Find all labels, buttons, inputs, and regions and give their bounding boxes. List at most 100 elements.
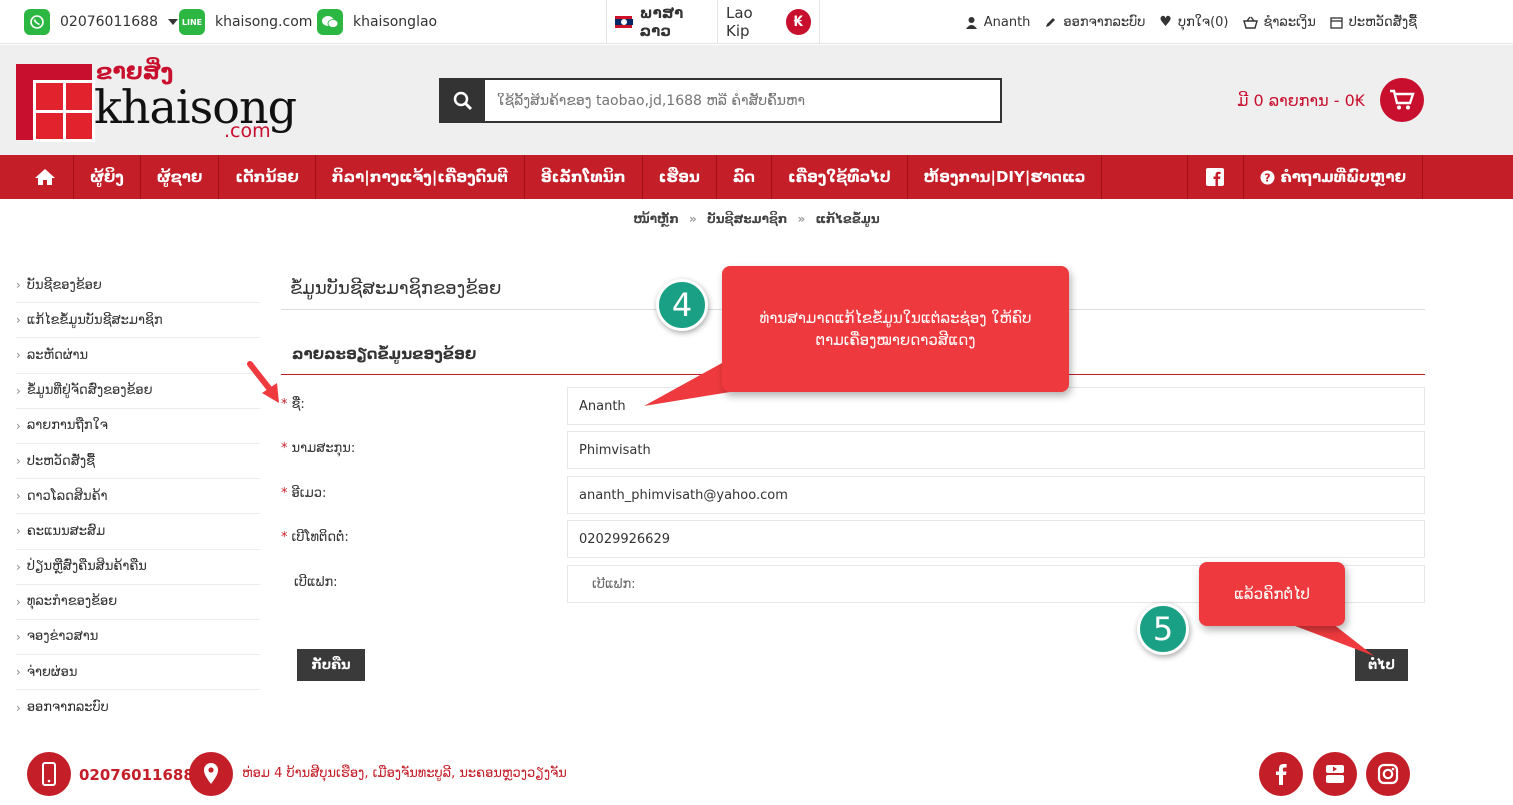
currency-selector[interactable]: Lao Kip ₭ (717, 0, 819, 44)
footer-address: ຫ່ອມ 4 ບ້ານສີບຸນເຮືອງ, ເມືອງຈັນທະບູລີ, ນ… (242, 766, 567, 781)
nav-home[interactable] (16, 155, 74, 199)
breadcrumb-current: ແກ້ໄຂຂໍ້ມູນ (815, 212, 880, 226)
logo-grid (33, 80, 95, 142)
sidebar-item-addresses[interactable]: › ຂໍ້ມູນທີ່ຢູ່ຈັດສົ່ງຂອງຂ້ອຍ (16, 374, 260, 409)
chevron-down-icon[interactable] (167, 19, 178, 25)
question-circle-icon: ? (1260, 170, 1274, 184)
chevron-right-icon: › (16, 348, 21, 363)
wechat-contact[interactable]: khaisonglao (317, 0, 437, 44)
phone-icon (27, 752, 71, 796)
kip-currency-icon: ₭ (785, 9, 811, 35)
sidebar-item-label: ຈ່າຍຜ່ອນ (26, 664, 78, 680)
khaisong-logo[interactable]: ຂາຍສິ່ງ khaisong .com (16, 60, 306, 142)
sidebar-item-installments[interactable]: › ຈ່າຍຜ່ອນ (16, 655, 260, 691)
wishlist-label: ບຸກໃຈ(0) (1177, 14, 1229, 30)
continue-button[interactable]: ຕໍ່ໄປ (1355, 649, 1408, 681)
cart-button[interactable] (1380, 78, 1424, 122)
breadcrumb-account[interactable]: ບັນຊີສະມາຊິກ (707, 212, 787, 226)
sidebar-item-my-account[interactable]: › ບັນຊີຂອງຂ້ອຍ (16, 268, 260, 304)
sidebar-item-reward-points[interactable]: › ຄະແນນສະສົມ (16, 514, 260, 550)
svg-text:?: ? (1264, 171, 1270, 184)
order-history-label: ປະຫວັດສັ່ງຊື້ (1348, 14, 1417, 30)
user-account-link[interactable]: Ananth (965, 15, 1030, 30)
nav-faq[interactable]: ? ຄໍາຖາມທີ່ພົບຫຼາຍ (1244, 155, 1423, 199)
cart-summary[interactable]: ມີ 0 ລາຍການ - 0₭ (1237, 91, 1365, 110)
search-button[interactable] (441, 80, 485, 121)
chevron-right-icon: › (16, 629, 21, 644)
sidebar-item-logout[interactable]: › ອອກຈາກລະບົບ (16, 690, 260, 725)
fax-label: ເບີແຟກ: (294, 575, 338, 590)
sidebar-item-transactions[interactable]: › ທຸລະກໍາຂອງຂ້ອຍ (16, 585, 260, 620)
nav-car[interactable]: ລົດ (717, 155, 773, 199)
nav-women[interactable]: ຜູ້ຍິງ (74, 155, 141, 199)
facebook-icon[interactable] (1259, 752, 1303, 796)
order-history-link[interactable]: ປະຫວັດສັ່ງຊື້ (1330, 15, 1417, 30)
back-button[interactable]: ກັບຄືນ (297, 649, 365, 681)
instagram-icon[interactable] (1366, 752, 1410, 796)
language-selector[interactable]: ພາສາລາວ (607, 0, 717, 44)
logout-link[interactable]: ອອກຈາກລະບົບ (1044, 15, 1145, 30)
sidebar-item-edit-account[interactable]: › ແກ້ໄຂຂໍ້ມູນບັນຊີສະມາຊິກ (16, 303, 260, 339)
sidebar-item-downloads[interactable]: › ດາວໂລດສິນຄ້າ (16, 479, 260, 515)
phone-field[interactable] (567, 520, 1425, 558)
line-contact[interactable]: LINE khaisong.com (179, 0, 312, 44)
phone-row: * ເບີໂທຕິດຕໍ່: (281, 520, 1425, 558)
chevron-right-icon: › (16, 489, 21, 504)
wishlist-link[interactable]: ♥ ບຸກໃຈ(0) (1159, 14, 1228, 30)
first-name-field[interactable] (567, 387, 1425, 425)
checkout-link[interactable]: ຊໍາລະເງິນ (1242, 14, 1316, 30)
site-header: ຂາຍສິ່ງ khaisong .com ມີ 0 ລາຍການ - 0₭ (0, 45, 1513, 155)
sidebar-item-newsletter[interactable]: › ຈອງຂ່າວສານ (16, 620, 260, 656)
sidebar-item-label: ແກ້ໄຂຂໍ້ມູນບັນຊີສະມາຊິກ (26, 312, 163, 328)
sidebar-item-label: ທຸລະກໍາຂອງຂ້ອຍ (26, 594, 118, 610)
sidebar-item-label: ຂໍ້ມູນທີ່ຢູ່ຈັດສົ່ງຂອງຂ້ອຍ (26, 383, 153, 399)
email-field[interactable] (567, 476, 1425, 514)
last-name-label: * ນາມສະກຸນ: (281, 441, 356, 456)
chevron-right-icon: › (16, 524, 21, 539)
sidebar-item-label: ອອກຈາກລະບົບ (26, 700, 109, 716)
search-icon (453, 91, 473, 110)
logout-label: ອອກຈາກລະບົບ (1063, 14, 1146, 30)
account-sidebar: › ບັນຊີຂອງຂ້ອຍ › ແກ້ໄຂຂໍ້ມູນບັນຊີສະມາຊິກ ›… (16, 268, 260, 725)
step-number-badge: 5 (1137, 603, 1189, 655)
instruction-callout-step4: ທ່ານສາມາດແກ້ໄຂຂໍ້ມູນໃນແຕ່ລະຊ່ອງ ໃຫ້ຄົບຕາ… (722, 266, 1069, 392)
instruction-callout-step5: ແລ້ວຄິກຕໍ່ໄປ (1199, 562, 1345, 626)
email-label: * ອີເມວ: (281, 486, 327, 501)
breadcrumb-separator: » (797, 212, 806, 226)
page-title: ຂໍ້ມູນບັນຊີສະມາຊິກຂອງຂ້ອຍ (290, 278, 502, 299)
sidebar-item-label: ຄະແນນສະສົມ (26, 523, 106, 539)
chevron-right-icon: › (16, 383, 21, 398)
breadcrumb-home[interactable]: ໜ້າຫຼັກ (633, 212, 679, 226)
user-links: Ananth ອອກຈາກລະບົບ ♥ ບຸກໃຈ(0) ຊໍາລະເງິນ … (965, 0, 1417, 44)
sidebar-item-order-history[interactable]: › ປະຫວັດສັ່ງຊື້ (16, 444, 260, 480)
email-row: * ອີເມວ: (281, 476, 1425, 514)
search-input[interactable] (485, 80, 1000, 121)
nav-kids[interactable]: ເດັກນ້ອຍ (219, 155, 316, 199)
nav-office[interactable]: ຫ້ອງການ|DIY|ຮາດແວ (908, 155, 1103, 199)
logo-com-text: .com (224, 120, 271, 142)
sidebar-item-wishlist[interactable]: › ລາຍການຖືກໃຈ (16, 409, 260, 444)
nav-sports[interactable]: ກິລາ|ກາງແຈ້ງ|ເຄື່ອງດົນຕີ (316, 155, 525, 199)
checkout-label: ຊໍາລະເງິນ (1263, 14, 1316, 30)
chevron-right-icon: › (16, 313, 21, 328)
first-name-label: * ຊື່: (281, 397, 305, 412)
line-id: khaisong.com (215, 14, 313, 30)
section-title: ລາຍລະອຽດຂໍ້ມູນຂອງຂ້ອຍ (292, 345, 477, 363)
whatsapp-contact[interactable]: 02076011688 (24, 0, 178, 44)
breadcrumb: ໜ້າຫຼັກ » ບັນຊີສະມາຊິກ » ແກ້ໄຂຂໍ້ມູນ (0, 212, 1513, 226)
calendar-icon (1330, 16, 1343, 29)
youtube-icon[interactable] (1313, 752, 1357, 796)
nav-home-goods[interactable]: ເຮືອນ (643, 155, 717, 199)
sidebar-item-label: ປະຫວັດສັ່ງຊື້ (26, 453, 96, 469)
nav-electronics[interactable]: ອີເລັກໂທນິກ (525, 155, 643, 199)
footer-phone[interactable]: 02076011688 (79, 766, 194, 784)
required-marker: * (281, 486, 288, 501)
shopping-cart-icon (1390, 89, 1415, 110)
top-bar: 02076011688 LINE khaisong.com khaisongla… (0, 0, 1513, 44)
sidebar-item-returns[interactable]: › ປ່ຽນຫຼືສົ່ງຄືນສິນຄ້າຄືນ (16, 550, 260, 585)
nav-facebook[interactable] (1188, 155, 1244, 199)
sidebar-item-password[interactable]: › ລະຫັດຜ່ານ (16, 338, 260, 374)
nav-men[interactable]: ຜູ້ຊາຍ (141, 155, 220, 199)
last-name-field[interactable] (567, 431, 1425, 469)
nav-general[interactable]: ເຄື່ອງໃຊ້ທົ່ວໄປ (772, 155, 908, 199)
